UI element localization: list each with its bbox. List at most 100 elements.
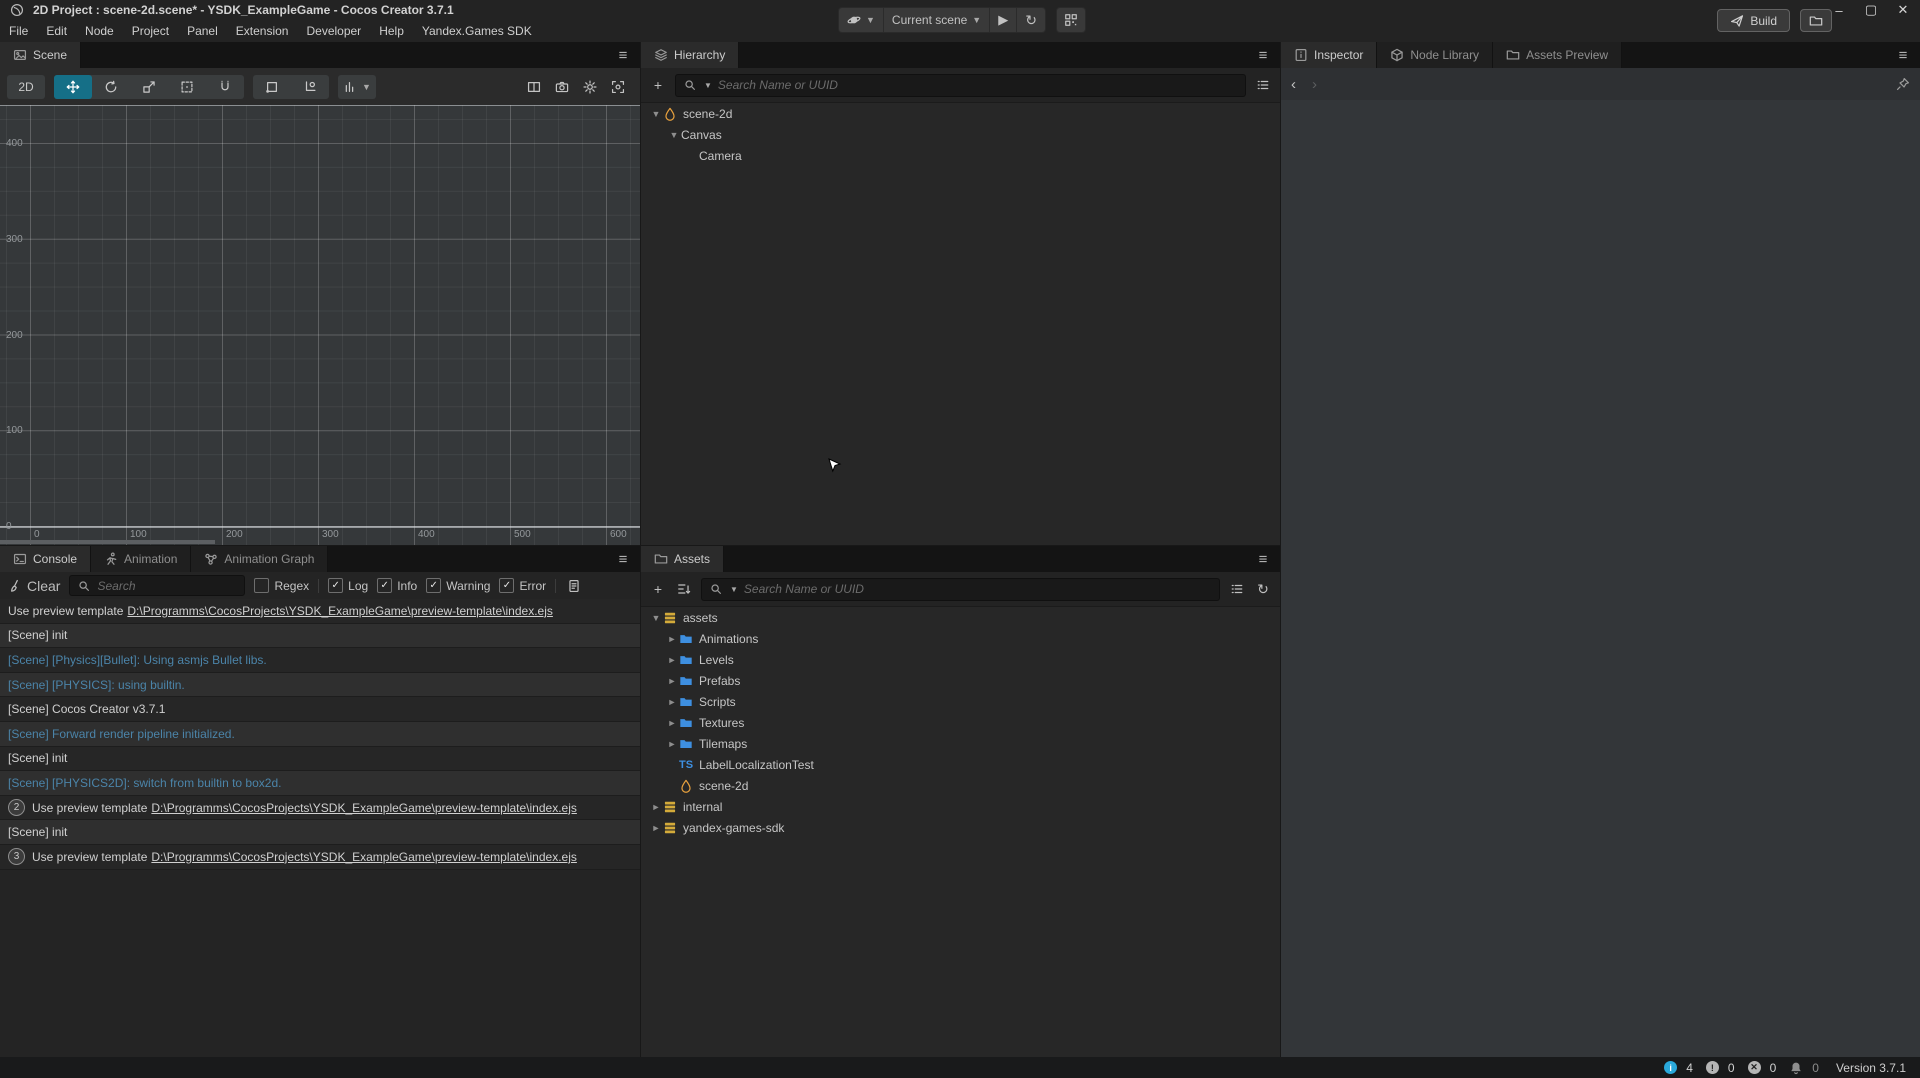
log-link[interactable]: D:\Programms\CocosProjects\YSDK_ExampleG… bbox=[151, 850, 577, 864]
menu-item-panel[interactable]: Panel bbox=[178, 20, 227, 42]
assets-refresh-button[interactable]: ↻ bbox=[1254, 579, 1272, 599]
2d-3d-toggle[interactable]: 2D bbox=[7, 75, 45, 99]
console-log-row[interactable]: [Scene] Forward render pipeline initiali… bbox=[0, 722, 640, 747]
scene-camera-button[interactable] bbox=[555, 80, 569, 94]
hierarchy-list-options-button[interactable] bbox=[1254, 75, 1272, 95]
filter-error[interactable]: ✓Error bbox=[499, 578, 546, 593]
asset-item-scripts[interactable]: ►Scripts bbox=[641, 691, 1280, 712]
history-forward-button[interactable]: › bbox=[1312, 76, 1317, 93]
filter-error-checkbox[interactable]: ✓ bbox=[499, 578, 514, 593]
tab-scene[interactable]: Scene bbox=[0, 42, 81, 68]
console-log-row[interactable]: [Scene] [PHYSICS2D]: switch from builtin… bbox=[0, 771, 640, 796]
build-button[interactable]: Build bbox=[1717, 9, 1790, 32]
assets-search-input[interactable]: ▼ Search Name or UUID bbox=[701, 578, 1220, 601]
hierarchy-node-scene-2d[interactable]: ▼scene-2d bbox=[641, 103, 1280, 124]
inspector-menu-button[interactable]: ≡ bbox=[1886, 42, 1920, 68]
filter-regex[interactable]: Regex bbox=[254, 578, 309, 593]
create-asset-button[interactable]: + bbox=[649, 579, 667, 599]
chevron-right-icon[interactable]: ► bbox=[665, 718, 679, 728]
console-log-row[interactable]: [Scene] init bbox=[0, 820, 640, 845]
asset-item-animations[interactable]: ►Animations bbox=[641, 628, 1280, 649]
bell-icon[interactable] bbox=[1789, 1061, 1803, 1075]
reload-button[interactable]: ↻ bbox=[1017, 8, 1045, 32]
asset-item-tilemaps[interactable]: ►Tilemaps bbox=[641, 733, 1280, 754]
assets-sort-button[interactable] bbox=[675, 579, 693, 599]
scene-view-settings-button[interactable] bbox=[611, 80, 625, 94]
asset-item-scene-2d[interactable]: scene-2d bbox=[641, 775, 1280, 796]
chevron-right-icon[interactable]: ► bbox=[665, 634, 679, 644]
preview-qr-button[interactable] bbox=[1056, 7, 1086, 33]
chevron-right-icon[interactable]: ► bbox=[665, 655, 679, 665]
clear-console-button[interactable]: Clear bbox=[8, 576, 60, 596]
chevron-down-icon[interactable]: ▼ bbox=[649, 109, 663, 119]
snap-tool-button[interactable] bbox=[206, 75, 244, 99]
chevron-right-icon[interactable]: ► bbox=[649, 802, 663, 812]
create-node-button[interactable]: + bbox=[649, 75, 667, 95]
chevron-down-icon[interactable]: ▼ bbox=[649, 613, 663, 623]
chevron-right-icon[interactable]: ► bbox=[665, 739, 679, 749]
menu-item-help[interactable]: Help bbox=[370, 20, 413, 42]
split-view-button[interactable] bbox=[527, 80, 541, 94]
scene-select[interactable]: Current scene ▼ bbox=[884, 8, 990, 32]
scale-tool-button[interactable] bbox=[130, 75, 168, 99]
menu-item-edit[interactable]: Edit bbox=[37, 20, 76, 42]
asset-item-assets[interactable]: ▼assets bbox=[641, 607, 1280, 628]
menu-item-extension[interactable]: Extension bbox=[227, 20, 298, 42]
chevron-down-icon[interactable]: ▼ bbox=[667, 130, 681, 140]
console-log-row[interactable]: 3Use preview templateD:\Programms\CocosP… bbox=[0, 845, 640, 870]
console-log-row[interactable]: 2Use preview templateD:\Programms\CocosP… bbox=[0, 796, 640, 821]
chevron-right-icon[interactable]: ► bbox=[649, 823, 663, 833]
console-log-row[interactable]: Use preview templateD:\Programms\CocosPr… bbox=[0, 599, 640, 624]
console-log-row[interactable]: [Scene] Cocos Creator v3.7.1 bbox=[0, 697, 640, 722]
hierarchy-search-input[interactable]: ▼ Search Name or UUID bbox=[675, 74, 1246, 97]
log-link[interactable]: D:\Programms\CocosProjects\YSDK_ExampleG… bbox=[127, 604, 553, 618]
tab-console[interactable]: Console bbox=[0, 546, 91, 572]
console-search-input[interactable]: Search bbox=[69, 575, 245, 596]
filter-warning[interactable]: ✓Warning bbox=[426, 578, 490, 593]
chevron-right-icon[interactable]: ► bbox=[665, 676, 679, 686]
stats-dropdown-button[interactable]: ▼ bbox=[338, 75, 376, 99]
scene-menu-button[interactable]: ≡ bbox=[606, 42, 640, 68]
preview-target-button[interactable]: ▼ bbox=[839, 8, 884, 32]
tab-node-library[interactable]: Node Library bbox=[1377, 42, 1493, 68]
hierarchy-node-camera[interactable]: Camera bbox=[641, 145, 1280, 166]
maximize-button[interactable]: ▢ bbox=[1860, 1, 1882, 19]
hierarchy-node-canvas[interactable]: ▼Canvas bbox=[641, 124, 1280, 145]
error-count-icon[interactable]: ✕ bbox=[1748, 1061, 1761, 1074]
hierarchy-menu-button[interactable]: ≡ bbox=[1246, 42, 1280, 68]
menu-item-project[interactable]: Project bbox=[123, 20, 178, 42]
asset-item-textures[interactable]: ►Textures bbox=[641, 712, 1280, 733]
chevron-right-icon[interactable]: ► bbox=[665, 697, 679, 707]
console-menu-button[interactable]: ≡ bbox=[606, 546, 640, 572]
console-log-row[interactable]: [Scene] init bbox=[0, 747, 640, 772]
menu-item-node[interactable]: Node bbox=[76, 20, 123, 42]
tab-animation[interactable]: Animation bbox=[91, 546, 191, 572]
filter-log-checkbox[interactable]: ✓ bbox=[328, 578, 343, 593]
filter-log[interactable]: ✓Log bbox=[328, 578, 368, 593]
open-project-folder-button[interactable] bbox=[1800, 9, 1832, 32]
console-log-row[interactable]: [Scene] [PHYSICS]: using builtin. bbox=[0, 673, 640, 698]
scene-gizmo-settings-button[interactable] bbox=[583, 80, 597, 94]
asset-item-internal[interactable]: ►internal bbox=[641, 796, 1280, 817]
filter-info-checkbox[interactable]: ✓ bbox=[377, 578, 392, 593]
scene-viewport[interactable]: 4003002001000 0100200300400500600 bbox=[0, 105, 640, 545]
filter-warning-checkbox[interactable]: ✓ bbox=[426, 578, 441, 593]
assets-menu-button[interactable]: ≡ bbox=[1246, 546, 1280, 572]
asset-item-prefabs[interactable]: ►Prefabs bbox=[641, 670, 1280, 691]
tab-assets[interactable]: Assets bbox=[641, 546, 724, 572]
menu-item-yandex-games-sdk[interactable]: Yandex.Games SDK bbox=[413, 20, 541, 42]
warning-count-icon[interactable]: ! bbox=[1706, 1061, 1719, 1074]
pivot-toggle-button[interactable] bbox=[253, 75, 291, 99]
close-button[interactable]: ✕ bbox=[1892, 1, 1914, 19]
horizontal-scrollbar-thumb[interactable] bbox=[0, 540, 215, 544]
asset-item-labellocalizationtest[interactable]: TSLabelLocalizationTest bbox=[641, 754, 1280, 775]
filter-regex-checkbox[interactable] bbox=[254, 578, 269, 593]
asset-item-levels[interactable]: ►Levels bbox=[641, 649, 1280, 670]
tab-animation-graph[interactable]: Animation Graph bbox=[191, 546, 328, 572]
move-tool-button[interactable] bbox=[54, 75, 92, 99]
assets-list-options-button[interactable] bbox=[1228, 579, 1246, 599]
console-log-row[interactable]: [Scene] [Physics][Bullet]: Using asmjs B… bbox=[0, 648, 640, 673]
tab-inspector[interactable]: Inspector bbox=[1281, 42, 1377, 68]
tab-hierarchy[interactable]: Hierarchy bbox=[641, 42, 739, 68]
coordinate-toggle-button[interactable] bbox=[291, 75, 329, 99]
